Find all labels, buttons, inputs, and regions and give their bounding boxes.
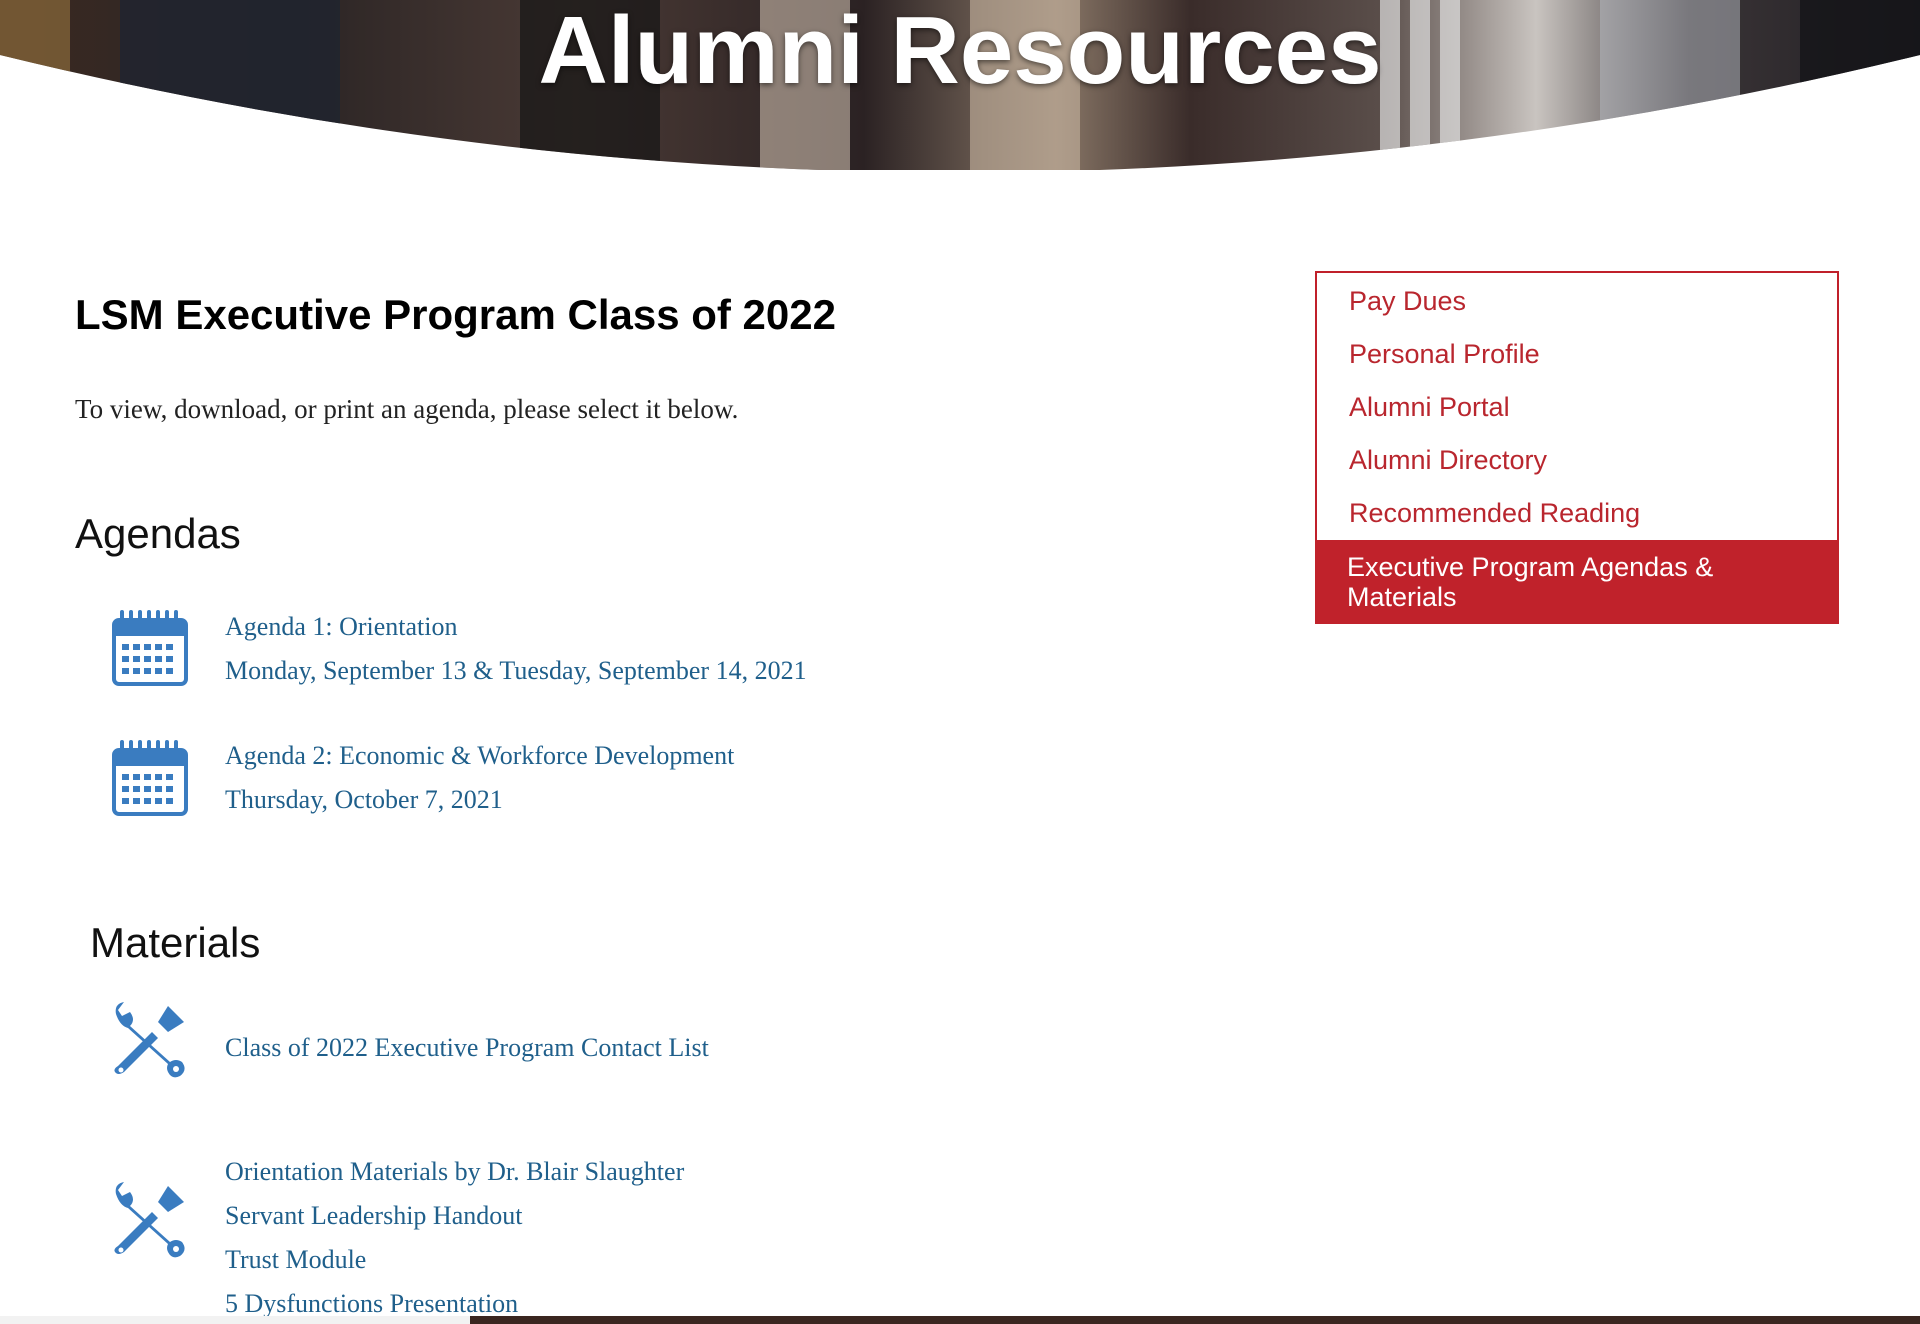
page: Alumni Resources LSM Executive Program C… bbox=[0, 0, 1920, 1324]
sidebar-item-recommended-reading[interactable]: Recommended Reading bbox=[1317, 487, 1837, 540]
materials-heading: Materials bbox=[90, 919, 261, 966]
intro-text: To view, download, or print an agenda, p… bbox=[75, 394, 739, 424]
tools-icon bbox=[114, 1002, 185, 1078]
program-heading: LSM Executive Program Class of 2022 bbox=[75, 291, 836, 338]
tools-icon bbox=[114, 1182, 185, 1258]
material-link[interactable]: Trust Module bbox=[225, 1238, 684, 1282]
agenda-link-date[interactable]: Monday, September 13 & Tuesday, Septembe… bbox=[225, 649, 807, 693]
sidebar-item-executive-program[interactable]: Executive Program Agendas & Materials bbox=[1315, 540, 1839, 624]
sidebar-item-alumni-portal[interactable]: Alumni Portal bbox=[1317, 381, 1837, 434]
material-link[interactable]: Servant Leadership Handout bbox=[225, 1194, 684, 1238]
calendar-icon bbox=[112, 740, 188, 816]
material-link[interactable]: Class of 2022 Executive Program Contact … bbox=[225, 1026, 709, 1070]
calendar-icon bbox=[112, 610, 188, 686]
sidebar-item-personal-profile[interactable]: Personal Profile bbox=[1317, 328, 1837, 381]
agenda-link-title[interactable]: Agenda 1: Orientation bbox=[225, 605, 807, 649]
agendas-heading: Agendas bbox=[75, 510, 241, 557]
hero-banner: Alumni Resources bbox=[0, 0, 1920, 170]
bottom-strip bbox=[0, 1316, 1920, 1324]
agenda-link-title[interactable]: Agenda 2: Economic & Workforce Developme… bbox=[225, 734, 734, 778]
alumni-sidebar-nav: Pay Dues Personal Profile Alumni Portal … bbox=[1315, 271, 1839, 624]
sidebar-item-alumni-directory[interactable]: Alumni Directory bbox=[1317, 434, 1837, 487]
material-links: Class of 2022 Executive Program Contact … bbox=[225, 1026, 709, 1070]
agenda-links: Agenda 1: Orientation Monday, September … bbox=[225, 605, 807, 693]
sidebar-item-pay-dues[interactable]: Pay Dues bbox=[1317, 273, 1837, 328]
material-links: Orientation Materials by Dr. Blair Slaug… bbox=[225, 1150, 684, 1324]
agenda-links: Agenda 2: Economic & Workforce Developme… bbox=[225, 734, 734, 822]
agenda-link-date[interactable]: Thursday, October 7, 2021 bbox=[225, 778, 734, 822]
page-title: Alumni Resources bbox=[538, 0, 1382, 104]
footer-image-edge bbox=[470, 1316, 1920, 1324]
material-link[interactable]: Orientation Materials by Dr. Blair Slaug… bbox=[225, 1150, 684, 1194]
